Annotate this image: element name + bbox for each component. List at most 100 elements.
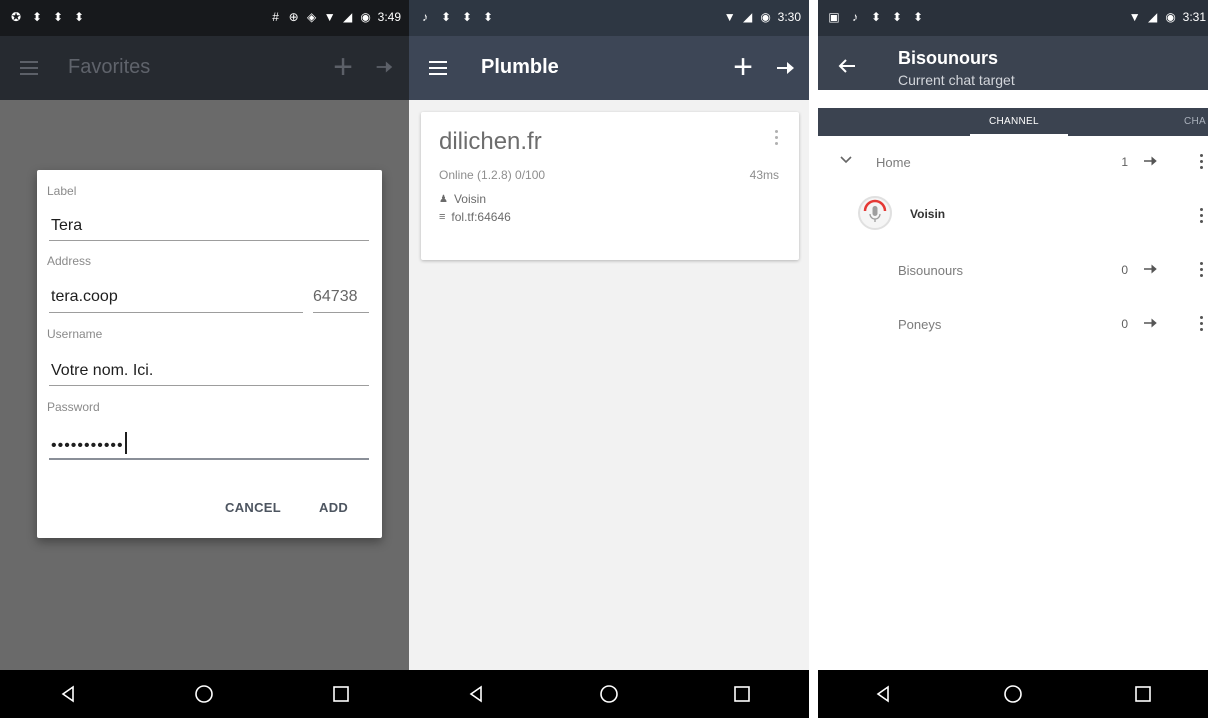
home-nav-icon[interactable] (599, 684, 619, 704)
pin-notification-icon: ⬍ (52, 10, 64, 24)
android-debug-icon: ✪ (10, 10, 22, 24)
tab-bar: CHANNEL CHA (818, 108, 1208, 136)
avatar (858, 196, 892, 230)
wifi-icon: ▼ (1128, 10, 1141, 24)
cell-signal-icon: ◢ (1148, 10, 1158, 24)
status-bar: ▣ ♪ ⬍ ⬍ ⬍ ▼ ◢ ◉ 3:31 (818, 0, 1208, 36)
server-status: Online (1.2.8) 0/100 (439, 168, 546, 182)
screen-background (409, 0, 809, 670)
password-field[interactable]: ••••••••••• (51, 432, 127, 455)
pin-notification-icon: ⬍ (870, 10, 882, 24)
add-icon[interactable]: + (333, 50, 353, 84)
port-field[interactable]: 64738 (313, 288, 358, 306)
server-username-row: ♟ Voisin (439, 192, 486, 206)
overflow-menu-icon[interactable] (1200, 316, 1204, 331)
wifi-icon: ▼ (323, 10, 336, 24)
address-field-label: Address (47, 254, 92, 268)
channel-row-home[interactable]: Home 1 (818, 136, 1208, 190)
join-channel-icon[interactable] (1140, 260, 1160, 278)
label-field-underline (49, 240, 369, 241)
channel-user-count: 0 (1121, 317, 1128, 331)
password-field-label: Password (47, 400, 100, 414)
cell-signal-icon: ◢ (343, 10, 353, 24)
address-field[interactable]: tera.coop (51, 288, 118, 306)
add-button[interactable]: ADD (319, 500, 348, 515)
list-icon: ≡ (439, 211, 446, 223)
cell-signal-icon: ◢ (743, 10, 753, 24)
menu-icon[interactable] (429, 61, 447, 75)
password-value: ••••••••••• (51, 437, 124, 454)
text-cursor (124, 432, 127, 454)
user-name: Voisin (910, 207, 946, 221)
favorites-screen: ✪ ⬍ ⬍ ⬍ # ⊕ ◈ ▼ ◢ ◉ 3:49 Favorites + Lab… (0, 0, 409, 718)
pin-notification-icon: ⬍ (891, 10, 903, 24)
back-nav-icon[interactable] (466, 684, 486, 704)
pin-notification-icon: ⬍ (482, 10, 494, 24)
music-note-icon: ♪ (852, 10, 858, 24)
toolbar: Favorites + (0, 36, 409, 100)
pin-notification-icon: ⬍ (31, 10, 43, 24)
clock: 3:31 (1182, 10, 1206, 24)
toolbar-title: Favorites (68, 56, 151, 78)
quick-connect-icon[interactable] (373, 56, 395, 78)
server-card[interactable]: dilichen.fr Online (1.2.8) 0/100 43ms ♟ … (421, 112, 799, 260)
user-icon: ♟ (439, 193, 448, 205)
battery-icon: ◉ (760, 10, 771, 24)
server-ping: 43ms (749, 168, 779, 182)
server-username: Voisin (453, 192, 486, 206)
navigation-bar (818, 670, 1208, 718)
quick-connect-icon[interactable] (773, 56, 797, 80)
battery-icon: ◉ (360, 10, 371, 24)
navigation-bar (0, 670, 409, 718)
username-field[interactable]: Votre nom. Ici. (51, 362, 153, 380)
chat-target-subtitle: Current chat target (898, 72, 1015, 88)
back-arrow-icon[interactable] (838, 58, 856, 74)
toolbar: Plumble + (409, 36, 809, 100)
chat-target-title: Bisounours (898, 48, 999, 68)
channel-user-count: 1 (1121, 155, 1128, 169)
label-field-label: Label (47, 184, 77, 198)
status-bar: ✪ ⬍ ⬍ ⬍ # ⊕ ◈ ▼ ◢ ◉ 3:49 (0, 0, 409, 36)
chevron-down-icon[interactable] (840, 156, 852, 164)
server-host: dilichen.fr (439, 128, 542, 155)
toolbar: Bisounours Current chat target (818, 36, 1208, 90)
back-nav-icon[interactable] (58, 684, 78, 704)
overflow-menu-icon[interactable] (1200, 208, 1204, 223)
channel-row-bisounours[interactable]: Bisounours 0 (818, 244, 1208, 298)
recents-nav-icon[interactable] (732, 684, 752, 704)
music-note-icon: ♪ (422, 10, 428, 24)
label-field[interactable]: Tera (51, 217, 82, 235)
status-bar: ♪ ⬍ ⬍ ⬍ ▼ ◢ ◉ 3:30 (409, 0, 809, 36)
menu-icon[interactable] (20, 61, 38, 75)
tab-chat[interactable]: CHA (1184, 116, 1206, 127)
back-nav-icon[interactable] (873, 684, 893, 704)
join-channel-icon[interactable] (1140, 314, 1160, 332)
overflow-menu-icon[interactable] (775, 130, 779, 145)
server-list-screen: ♪ ⬍ ⬍ ⬍ ▼ ◢ ◉ 3:30 Plumble + dilichen.fr… (409, 0, 809, 718)
join-channel-icon[interactable] (1140, 152, 1160, 170)
overflow-menu-icon[interactable] (1200, 262, 1204, 277)
home-nav-icon[interactable] (1003, 684, 1023, 704)
hash-icon: # (272, 10, 279, 24)
server-address-row: ≡ fol.tf:64646 (439, 210, 511, 224)
add-server-dialog: Label Tera Address tera.coop 64738 Usern… (37, 170, 382, 538)
home-nav-icon[interactable] (194, 684, 214, 704)
pin-notification-icon: ⬍ (440, 10, 452, 24)
recents-nav-icon[interactable] (1133, 684, 1153, 704)
wifi-icon: ▼ (723, 10, 736, 24)
password-field-underline (49, 458, 369, 460)
address-field-underline (49, 312, 303, 313)
channel-name: Poneys (898, 317, 942, 332)
clock: 3:30 (777, 10, 801, 24)
server-address: fol.tf:64646 (451, 210, 511, 224)
toolbar-title: Plumble (481, 56, 559, 78)
clock: 3:49 (377, 10, 401, 24)
add-server-icon[interactable]: + (733, 50, 753, 84)
data-saver-icon: ⊕ (288, 10, 299, 24)
channel-screen: ▣ ♪ ⬍ ⬍ ⬍ ▼ ◢ ◉ 3:31 Bisounours Current … (818, 0, 1208, 718)
cancel-button[interactable]: CANCEL (225, 500, 281, 515)
overflow-menu-icon[interactable] (1200, 154, 1204, 169)
tab-channel[interactable]: CHANNEL (989, 116, 1039, 127)
recents-nav-icon[interactable] (331, 684, 351, 704)
channel-row-poneys[interactable]: Poneys 0 (818, 298, 1208, 352)
